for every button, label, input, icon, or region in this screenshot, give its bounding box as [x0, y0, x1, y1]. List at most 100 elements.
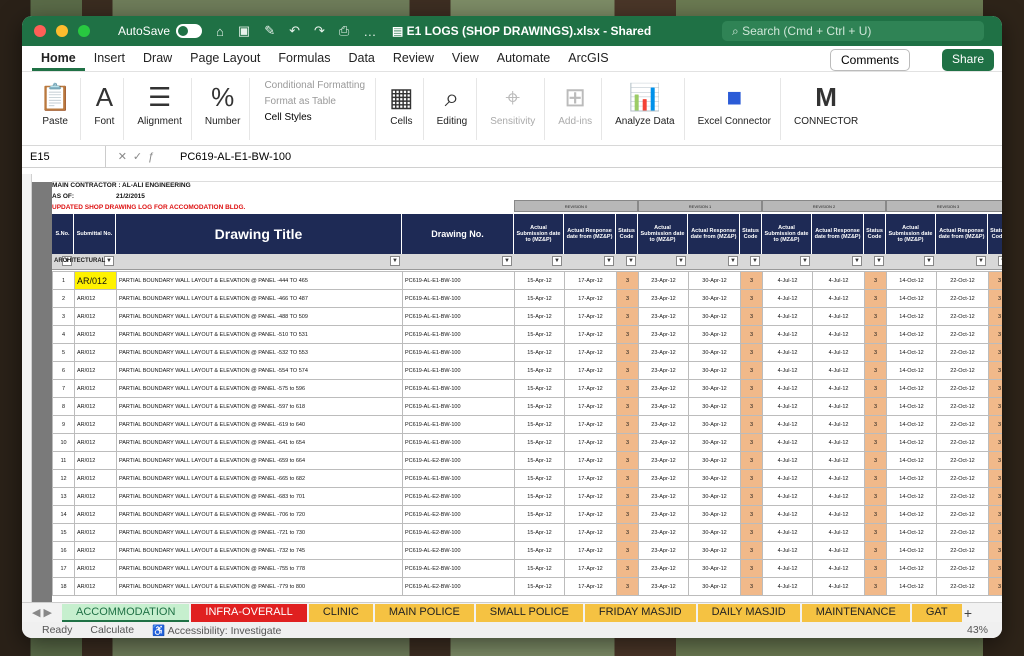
status-code-cell[interactable]: 3 — [616, 451, 639, 470]
table-cell[interactable]: PARTIAL BOUNDARY WALL LAYOUT & ELEVATION… — [116, 343, 403, 362]
status-code-cell[interactable]: 3 — [616, 343, 639, 362]
status-code-cell[interactable]: 3 — [988, 541, 1002, 560]
comments-button[interactable]: Comments — [829, 49, 910, 71]
status-code-cell[interactable]: 3 — [740, 307, 763, 326]
table-cell[interactable]: 9 — [52, 415, 75, 434]
date-cell[interactable]: 22-Oct-12 — [936, 451, 989, 470]
date-cell[interactable]: 14-Oct-12 — [886, 361, 937, 380]
status-code-cell[interactable]: 3 — [864, 325, 887, 344]
date-cell[interactable]: 15-Apr-12 — [514, 307, 565, 326]
date-cell[interactable]: 4-Jul-12 — [812, 487, 865, 506]
date-cell[interactable]: 14-Oct-12 — [886, 559, 937, 578]
filter-dropdown-icon[interactable]: ▼ — [676, 256, 686, 266]
table-cell[interactable]: PARTIAL BOUNDARY WALL LAYOUT & ELEVATION… — [116, 451, 403, 470]
table-cell[interactable]: PC619-AL-E2-BW-100 — [402, 451, 515, 470]
table-cell[interactable]: PARTIAL BOUNDARY WALL LAYOUT & ELEVATION… — [116, 433, 403, 452]
status-code-cell[interactable]: 3 — [988, 487, 1002, 506]
table-cell[interactable]: PC619-AL-E2-BW-100 — [402, 487, 515, 506]
status-code-cell[interactable]: 3 — [740, 415, 763, 434]
date-cell[interactable]: 23-Apr-12 — [638, 577, 689, 596]
table-cell[interactable]: 14 — [52, 505, 75, 524]
date-cell[interactable]: 30-Apr-12 — [688, 505, 741, 524]
date-cell[interactable]: 4-Jul-12 — [762, 505, 813, 524]
table-cell[interactable]: PARTIAL BOUNDARY WALL LAYOUT & ELEVATION… — [116, 505, 403, 524]
date-cell[interactable]: 17-Apr-12 — [564, 271, 617, 290]
date-cell[interactable]: 30-Apr-12 — [688, 271, 741, 290]
sheet-tab-infra-overall[interactable]: INFRA-OVERALL — [191, 603, 307, 622]
status-code-cell[interactable]: 3 — [864, 577, 887, 596]
status-code-cell[interactable]: 3 — [988, 505, 1002, 524]
date-cell[interactable]: 4-Jul-12 — [762, 577, 813, 596]
status-code-cell[interactable]: 3 — [740, 469, 763, 488]
status-code-cell[interactable]: 3 — [988, 523, 1002, 542]
status-code-cell[interactable]: 3 — [988, 307, 1002, 326]
date-cell[interactable]: 22-Oct-12 — [936, 361, 989, 380]
status-code-cell[interactable]: 3 — [740, 451, 763, 470]
date-cell[interactable]: 23-Apr-12 — [638, 469, 689, 488]
date-cell[interactable]: 15-Apr-12 — [514, 559, 565, 578]
date-cell[interactable]: 4-Jul-12 — [762, 271, 813, 290]
date-cell[interactable]: 22-Oct-12 — [936, 397, 989, 416]
status-code-cell[interactable]: 3 — [616, 487, 639, 506]
status-code-cell[interactable]: 3 — [864, 523, 887, 542]
table-cell[interactable]: PARTIAL BOUNDARY WALL LAYOUT & ELEVATION… — [116, 559, 403, 578]
date-cell[interactable]: 22-Oct-12 — [936, 505, 989, 524]
status-code-cell[interactable]: 3 — [864, 541, 887, 560]
minimize-button[interactable] — [56, 25, 68, 37]
date-cell[interactable]: 17-Apr-12 — [564, 379, 617, 398]
table-cell[interactable]: AR/012 — [74, 433, 117, 452]
table-cell[interactable]: PC619-AL-E1-BW-100 — [402, 361, 515, 380]
table-cell[interactable]: AR/012 — [74, 271, 117, 290]
table-cell[interactable]: 6 — [52, 361, 75, 380]
date-cell[interactable]: 22-Oct-12 — [936, 433, 989, 452]
status-code-cell[interactable]: 3 — [616, 271, 639, 290]
date-cell[interactable]: 17-Apr-12 — [564, 415, 617, 434]
date-cell[interactable]: 17-Apr-12 — [564, 433, 617, 452]
date-cell[interactable]: 14-Oct-12 — [886, 289, 937, 308]
date-cell[interactable]: 17-Apr-12 — [564, 307, 617, 326]
table-cell[interactable]: PC619-AL-E2-BW-100 — [402, 541, 515, 560]
status-code-cell[interactable]: 3 — [616, 379, 639, 398]
worksheet[interactable]: MAIN CONTRACTOR : AL-ALI ENGINEERING AS … — [22, 174, 1002, 602]
table-cell[interactable]: AR/012 — [74, 577, 117, 596]
filter-dropdown-icon[interactable]: ▼ — [502, 256, 512, 266]
date-cell[interactable]: 22-Oct-12 — [936, 325, 989, 344]
connector-button[interactable]: M CONNECTOR — [785, 78, 867, 140]
table-cell[interactable]: PARTIAL BOUNDARY WALL LAYOUT & ELEVATION… — [116, 415, 403, 434]
date-cell[interactable]: 4-Jul-12 — [812, 397, 865, 416]
date-cell[interactable]: 17-Apr-12 — [564, 361, 617, 380]
filter-dropdown-icon[interactable]: ▼ — [604, 256, 614, 266]
search-box[interactable]: ⌕ Search (Cmd + Ctrl + U) — [722, 21, 984, 41]
date-cell[interactable]: 4-Jul-12 — [812, 307, 865, 326]
date-cell[interactable]: 30-Apr-12 — [688, 433, 741, 452]
table-cell[interactable]: PC619-AL-E1-BW-100 — [402, 307, 515, 326]
table-cell[interactable]: 3 — [52, 307, 75, 326]
formula-input[interactable]: PC619-AL-E1-BW-100 — [172, 151, 291, 163]
table-cell[interactable]: AR/012 — [74, 451, 117, 470]
filter-dropdown-icon[interactable]: ▼ — [390, 256, 400, 266]
date-cell[interactable]: 4-Jul-12 — [762, 325, 813, 344]
status-code-cell[interactable]: 3 — [616, 559, 639, 578]
date-cell[interactable]: 14-Oct-12 — [886, 541, 937, 560]
date-cell[interactable]: 4-Jul-12 — [762, 343, 813, 362]
date-cell[interactable]: 22-Oct-12 — [936, 469, 989, 488]
status-code-cell[interactable]: 3 — [740, 271, 763, 290]
date-cell[interactable]: 15-Apr-12 — [514, 577, 565, 596]
date-cell[interactable]: 4-Jul-12 — [812, 523, 865, 542]
date-cell[interactable]: 14-Oct-12 — [886, 523, 937, 542]
menu-insert[interactable]: Insert — [85, 51, 134, 71]
date-cell[interactable]: 4-Jul-12 — [812, 271, 865, 290]
table-cell[interactable]: 8 — [52, 397, 75, 416]
date-cell[interactable]: 15-Apr-12 — [514, 343, 565, 362]
date-cell[interactable]: 4-Jul-12 — [762, 487, 813, 506]
table-cell[interactable]: PARTIAL BOUNDARY WALL LAYOUT & ELEVATION… — [116, 523, 403, 542]
status-code-cell[interactable]: 3 — [740, 343, 763, 362]
date-cell[interactable]: 4-Jul-12 — [812, 559, 865, 578]
table-cell[interactable]: 7 — [52, 379, 75, 398]
edit-icon[interactable]: ✎ — [264, 23, 275, 39]
tab-nav-arrows[interactable]: ◀ ▶ — [22, 606, 62, 619]
more-icon[interactable]: … — [363, 24, 376, 39]
status-code-cell[interactable]: 3 — [864, 307, 887, 326]
date-cell[interactable]: 14-Oct-12 — [886, 487, 937, 506]
share-button[interactable]: Share — [941, 49, 994, 71]
